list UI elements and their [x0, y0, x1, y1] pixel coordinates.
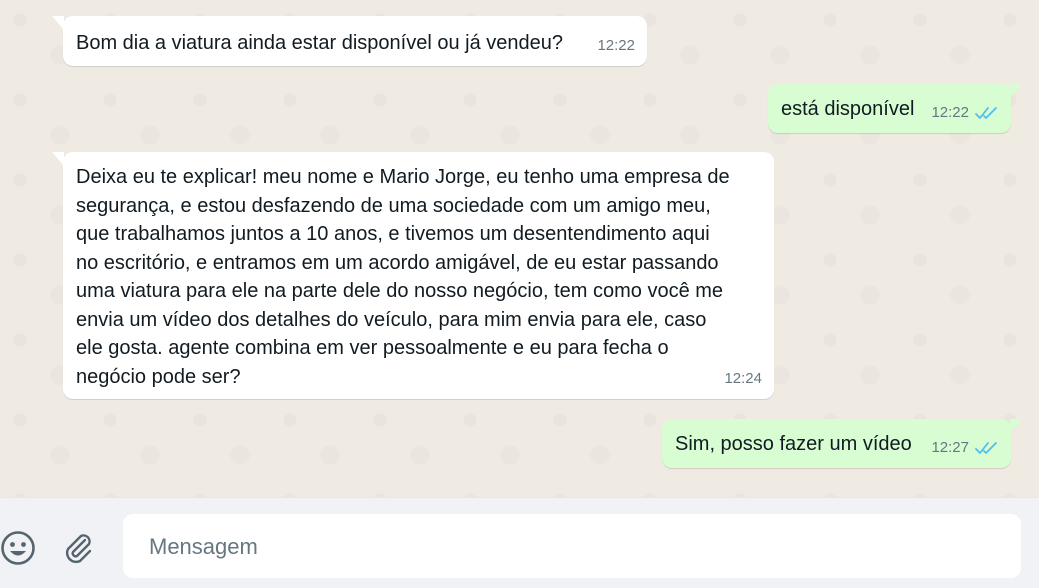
paperclip-icon — [65, 534, 92, 564]
emoji-button[interactable] — [0, 528, 38, 568]
bubble-tail — [52, 16, 64, 30]
message-meta: 12:27 — [931, 434, 999, 463]
message-input-box[interactable] — [123, 514, 1021, 580]
message-time: 12:22 — [931, 103, 969, 121]
double-check-read-icon — [975, 106, 997, 119]
message-time: 12:24 — [724, 369, 762, 387]
bubble-tail — [1010, 419, 1022, 433]
message-meta: 12:22 — [597, 32, 635, 61]
message-text: Bom dia a viatura ainda estar disponível… — [76, 32, 563, 54]
message-time: 12:22 — [597, 36, 635, 54]
bubble-tail — [1010, 84, 1022, 98]
chat-message-list[interactable]: Bom dia a viatura ainda estar disponível… — [0, 0, 1039, 497]
message-bubble-incoming[interactable]: Bom dia a viatura ainda estar disponível… — [52, 16, 647, 66]
message-text: Deixa eu te explicar! meu nome e Mario J… — [76, 166, 730, 388]
message-bubble-outgoing[interactable]: Sim, posso fazer um vídeo 12:27 — [662, 419, 1022, 468]
message-text: está disponível — [781, 98, 915, 120]
message-meta: 12:24 — [724, 365, 762, 394]
message-bubble-incoming[interactable]: Deixa eu te explicar! meu nome e Mario J… — [52, 152, 774, 399]
message-composer — [0, 497, 1039, 588]
smiley-icon — [1, 531, 35, 565]
message-input[interactable] — [147, 514, 991, 580]
message-bubble-outgoing[interactable]: está disponível 12:22 — [768, 84, 1022, 133]
double-check-read-icon — [975, 441, 997, 454]
message-time: 12:27 — [931, 438, 969, 456]
bubble-tail — [52, 152, 64, 166]
message-meta: 12:22 — [931, 99, 999, 128]
message-text: Sim, posso fazer um vídeo — [675, 433, 912, 455]
attach-button[interactable] — [58, 528, 98, 568]
